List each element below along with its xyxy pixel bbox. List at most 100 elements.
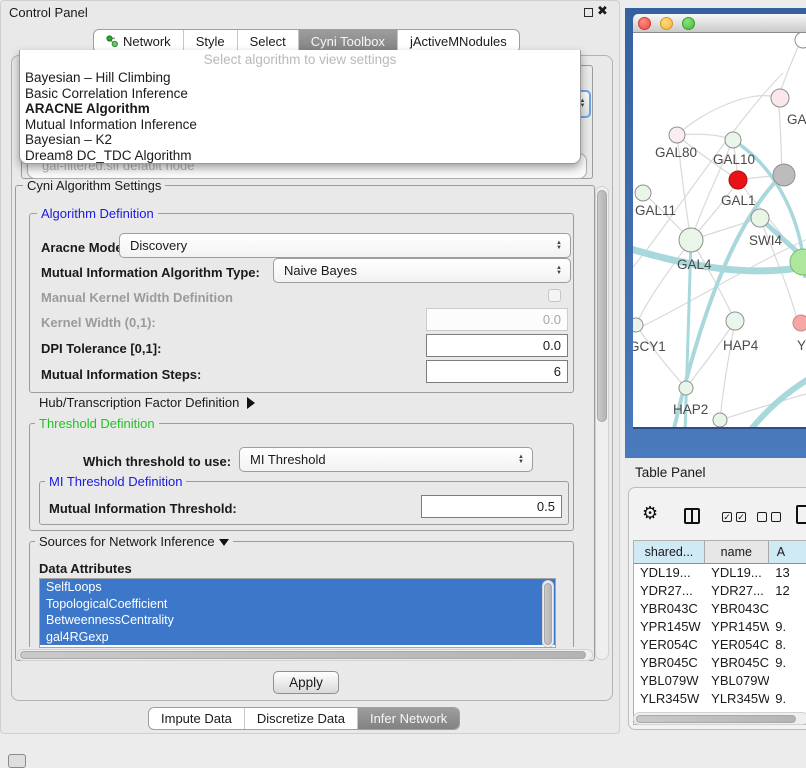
node-hap2[interactable]	[679, 381, 693, 395]
list-item-selfloops[interactable]: SelfLoops	[40, 579, 555, 596]
bottom-tabbar: Impute Data Discretize Data Infer Networ…	[148, 707, 460, 730]
table-hscrollbar-thumb[interactable]	[636, 715, 796, 723]
popup-item-dream8[interactable]: Dream8 DC_TDC Algorithm	[20, 148, 580, 164]
node-gal11[interactable]	[635, 185, 651, 201]
label-gal10: GAL10	[713, 152, 755, 167]
which-threshold-combo[interactable]: MI Threshold ▲▼	[239, 447, 533, 472]
hub-definition-expander[interactable]: Hub/Transcription Factor Definition	[39, 395, 255, 410]
aracne-mode-value: Discovery	[130, 238, 556, 253]
node-unlabeled[interactable]	[795, 33, 806, 48]
table-row[interactable]: YBR043CYBR043C	[634, 600, 806, 618]
kernel-width-field[interactable]: 0.0	[426, 308, 568, 331]
node-gal4[interactable]	[679, 228, 703, 252]
mi-type-combo[interactable]: Naive Bayes ▲▼	[273, 258, 571, 283]
tab-style[interactable]: Style	[184, 30, 238, 52]
expand-right-icon	[247, 397, 255, 409]
tab-jactivemnodules[interactable]: jActiveMNodules	[398, 30, 519, 52]
dpi-tolerance-field[interactable]: 0.0	[426, 334, 568, 357]
tab-infer-network[interactable]: Infer Network	[358, 708, 459, 729]
node-gal80[interactable]	[669, 127, 685, 143]
node-salmon[interactable]	[793, 315, 806, 331]
tab-select[interactable]: Select	[238, 30, 299, 52]
mi-steps-field[interactable]: 6	[426, 360, 568, 383]
column-header-name[interactable]: name	[705, 541, 769, 564]
hub-definition-label: Hub/Transcription Factor Definition	[39, 395, 239, 410]
control-panel-title: Control Panel	[9, 5, 88, 20]
table-panel: ⚙ ✓✓ shared... name A YDL19...YDL19...13…	[628, 487, 806, 730]
popup-item-bayesian-hill[interactable]: Bayesian – Hill Climbing	[20, 70, 580, 86]
which-threshold-label: Which threshold to use:	[83, 454, 231, 469]
table-row[interactable]: YBR045CYBR045C9.	[634, 654, 806, 672]
popup-item-mutual-information[interactable]: Mutual Information Inference	[20, 117, 580, 133]
node-swi4[interactable]	[751, 209, 769, 227]
node-gray[interactable]	[773, 164, 795, 186]
kernel-width-value: 0.0	[543, 312, 561, 327]
network-canvas[interactable]: GAL GAL80 GAL10 GAL1 GAL11 SWI4 GAL4 GCY…	[633, 33, 806, 427]
tab-impute-data[interactable]: Impute Data	[149, 708, 245, 729]
data-attributes-list[interactable]: SelfLoops TopologicalCoefficient Between…	[39, 578, 556, 648]
table-row[interactable]: YPR145WYPR145W9.	[634, 618, 806, 636]
node-gcy1[interactable]	[633, 318, 643, 332]
network-window-frame: GAL GAL80 GAL10 GAL1 GAL11 SWI4 GAL4 GCY…	[625, 8, 806, 458]
popup-item-bayesian-k2[interactable]: Bayesian – K2	[20, 132, 580, 148]
table-panel-title: Table Panel	[635, 465, 706, 480]
minimize-window-icon[interactable]	[660, 17, 673, 30]
network-window-titlebar[interactable]	[633, 14, 806, 33]
column-header-shared-name[interactable]: shared...	[634, 541, 705, 564]
select-all-checks-icon[interactable]: ✓✓	[722, 512, 746, 522]
tab-impute-data-label: Impute Data	[161, 711, 232, 726]
table-hscrollbar[interactable]	[633, 712, 806, 725]
tab-discretize-data-label: Discretize Data	[257, 711, 345, 726]
attributes-vscrollbar-thumb[interactable]	[544, 583, 552, 645]
popup-item-basic-correlation[interactable]: Basic Correlation Inference	[20, 86, 580, 102]
threshold-definition-title: Threshold Definition	[35, 417, 159, 430]
aracne-mode-combo[interactable]: Discovery ▲▼	[119, 233, 571, 258]
node-gal1-selected[interactable]	[729, 171, 747, 189]
table-row[interactable]: YDR27...YDR27...12	[634, 582, 806, 600]
gear-icon[interactable]: ⚙	[642, 504, 658, 522]
mi-type-value: Naive Bayes	[284, 263, 556, 278]
control-panel: Control Panel ✖ Network Style Select Cyn…	[0, 0, 620, 734]
dpi-tolerance-value: 0.0	[543, 338, 561, 353]
collapse-down-icon[interactable]	[219, 539, 229, 546]
attributes-vscrollbar[interactable]	[542, 580, 554, 648]
settings-hscrollbar-thumb[interactable]	[20, 651, 586, 659]
dpi-tolerance-label: DPI Tolerance [0,1]:	[41, 341, 161, 356]
float-window-icon[interactable]	[584, 8, 593, 17]
tab-network[interactable]: Network	[94, 30, 184, 52]
label-hap2: HAP2	[673, 402, 708, 417]
popup-item-aracne[interactable]: ARACNE Algorithm	[20, 101, 580, 117]
node-hap4[interactable]	[726, 312, 744, 330]
network-graph: GAL GAL80 GAL10 GAL1 GAL11 SWI4 GAL4 GCY…	[633, 33, 806, 427]
mi-threshold-field[interactable]: 0.5	[421, 495, 562, 518]
list-item-gal4rgexp[interactable]: gal4RGexp	[40, 629, 555, 646]
document-icon[interactable]	[796, 505, 806, 524]
settings-vscrollbar-thumb[interactable]	[597, 190, 607, 422]
manual-kernel-checkbox[interactable]	[548, 289, 561, 302]
tab-infer-network-label: Infer Network	[370, 711, 447, 726]
table-row[interactable]: YBL079WYBL079W	[634, 672, 806, 690]
close-panel-icon[interactable]: ✖	[597, 3, 608, 19]
column-header-partial[interactable]: A	[769, 541, 806, 564]
table-row[interactable]: YDL19...YDL19...13	[634, 564, 806, 582]
minimized-panel-icon[interactable]	[8, 754, 26, 768]
deselect-all-checks-icon[interactable]	[757, 512, 781, 522]
node-gal10[interactable]	[725, 132, 741, 148]
tab-discretize-data[interactable]: Discretize Data	[245, 708, 358, 729]
tab-cyni-toolbox[interactable]: Cyni Toolbox	[299, 30, 398, 52]
table-row[interactable]: YER054CYER054C8.	[634, 636, 806, 654]
mi-steps-value: 6	[554, 364, 561, 379]
list-item-betweennesscentrality[interactable]: BetweennessCentrality	[40, 612, 555, 629]
columns-icon[interactable]	[684, 508, 700, 524]
popup-placeholder: Select algorithm to view settings	[20, 50, 580, 70]
table-row[interactable]: YLR345WYLR345W9.	[634, 690, 806, 708]
node-gal-top[interactable]	[771, 89, 789, 107]
apply-button[interactable]: Apply	[273, 671, 339, 694]
settings-hscrollbar[interactable]	[17, 649, 593, 661]
list-item-topologicalcoefficient[interactable]: TopologicalCoefficient	[40, 596, 555, 613]
network-nodes[interactable]	[633, 33, 806, 427]
close-window-icon[interactable]	[638, 17, 651, 30]
zoom-window-icon[interactable]	[682, 17, 695, 30]
node-bottom[interactable]	[713, 413, 727, 427]
settings-vscrollbar[interactable]	[595, 186, 609, 660]
